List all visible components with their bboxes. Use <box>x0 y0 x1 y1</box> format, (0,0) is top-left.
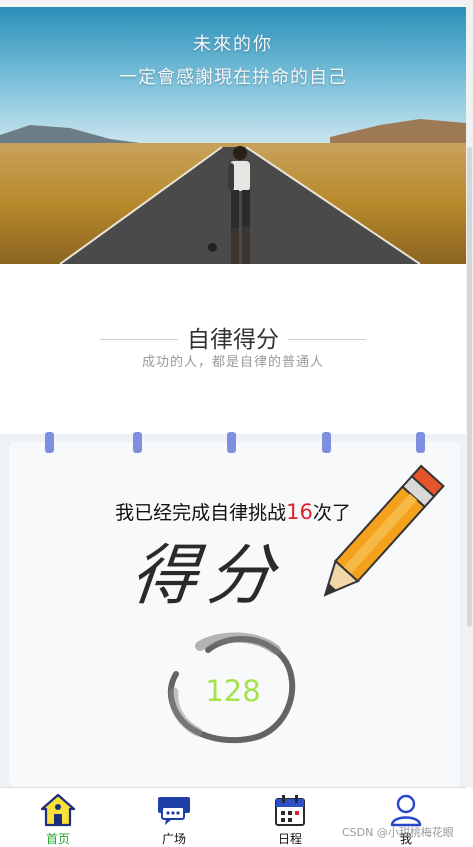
scrollbar-thumb[interactable] <box>467 147 472 627</box>
section-title: 自律得分 <box>187 327 279 353</box>
tab-label: 日程 <box>277 832 302 846</box>
score-headline: 得分 <box>127 537 288 614</box>
tab-label: 广场 <box>161 832 186 846</box>
section-subtitle: 成功的人，都是自律的普通人 <box>141 355 324 370</box>
notebook-ring <box>45 432 54 453</box>
watermark-text: CSDN @小甜桃梅花眼 <box>342 826 454 839</box>
banner-quote-line-2: 一定會感謝現在拚命的自己 <box>119 67 347 88</box>
calendar-icon <box>275 795 305 826</box>
notebook-ring <box>133 432 142 453</box>
home-icon <box>40 793 76 827</box>
tab-square[interactable]: 广场 <box>116 788 232 847</box>
notebook-ring <box>322 432 331 453</box>
pencil-icon <box>323 464 445 597</box>
scrollbar-track[interactable] <box>466 7 473 787</box>
tab-label: 首页 <box>45 832 70 846</box>
chat-bubbles-icon <box>158 797 190 825</box>
app-screen: { "banner": { "line1": "未來的你", "line2": … <box>0 0 473 847</box>
user-icon <box>390 794 422 827</box>
challenge-prefix: 我已经完成自律挑战 <box>115 502 287 524</box>
top-status-strip <box>0 0 473 7</box>
banner-carousel[interactable]: 未來的你 一定會感謝現在拚命的自己 <box>0 7 466 264</box>
banner-quote-line-1: 未來的你 <box>193 34 273 55</box>
tab-schedule[interactable]: 日程 <box>232 788 348 847</box>
notebook-ring <box>416 432 425 453</box>
notebook-ring <box>227 432 236 453</box>
carousel-indicator-dot[interactable] <box>208 243 217 252</box>
score-value: 128 <box>205 674 261 708</box>
tab-home[interactable]: 首页 <box>0 788 116 847</box>
